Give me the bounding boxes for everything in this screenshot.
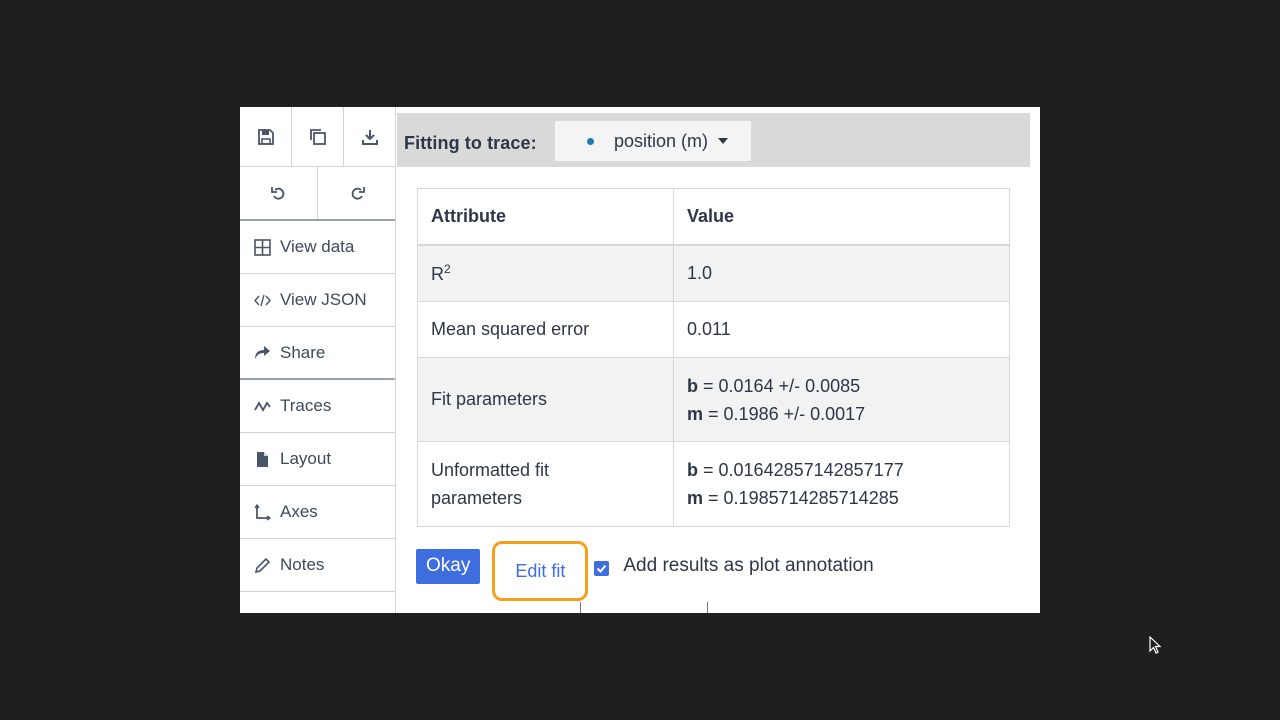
add-annotation-label: Add results as plot annotation [623, 555, 874, 576]
unformatted-params-value: b = 0.01642857142857177 m = 0.1985714285… [674, 442, 1009, 526]
fit-results-table: Attribute Value R2 1.0 Mean squared erro… [417, 188, 1010, 527]
duplicate-button[interactable] [292, 107, 344, 166]
sidebar-item-view-json[interactable]: View JSON [240, 274, 395, 327]
label-line: parameters [431, 488, 523, 508]
sidebar-item-label: Share [280, 342, 326, 362]
label-line: Unformatted fit [431, 460, 550, 480]
param-name: m [687, 403, 704, 424]
save-icon [257, 128, 274, 145]
fit-params-value: b = 0.0164 +/- 0.0085 m = 0.1986 +/- 0.0… [674, 358, 1009, 441]
table-row: Fit parameters b = 0.0164 +/- 0.0085 m =… [418, 358, 1009, 442]
mouse-cursor-icon [1149, 636, 1161, 654]
fit-params-label: Fit parameters [418, 358, 674, 441]
chevron-down-icon [718, 138, 729, 144]
param-value: = 0.01642857142857177 [703, 460, 904, 480]
sidebar-item-view-data[interactable]: View data [240, 221, 395, 274]
r-squared-value: 1.0 [687, 263, 713, 283]
app-window: View data View JSON Share Traces Layout … [240, 107, 1040, 613]
share-icon [252, 343, 272, 363]
param-name: b [687, 460, 698, 480]
r-squared-text: R [431, 264, 444, 284]
sidebar-item-share[interactable]: Share [240, 327, 395, 380]
fit-trace-bar: Fitting to trace: position (m) [397, 113, 1030, 167]
toolbar-row-1 [240, 107, 395, 167]
code-icon [252, 290, 272, 310]
column-header-attribute: Attribute [418, 189, 674, 244]
param-value: = 0.1986 +/- 0.0017 [708, 403, 866, 424]
table-row: Unformatted fit parameters b = 0.0164285… [418, 442, 1009, 526]
copy-icon [309, 128, 326, 145]
sidebar-item-label: Notes [280, 555, 325, 574]
sidebar-item-axes[interactable]: Axes [240, 486, 395, 539]
sidebar-item-label: Axes [280, 502, 318, 521]
fit-actions: Okay Edit fit Add results as plot annota… [416, 541, 874, 601]
okay-button[interactable]: Okay [416, 548, 481, 584]
mse-value: 0.011 [687, 319, 731, 339]
table-header-row: Attribute Value [418, 189, 1009, 246]
redo-button[interactable] [318, 167, 395, 219]
sidebar: View data View JSON Share Traces Layout … [240, 107, 396, 613]
background-gridline [707, 602, 708, 613]
edit-fit-button[interactable]: Edit fit [492, 541, 589, 601]
add-annotation-checkbox[interactable] [594, 560, 610, 576]
sidebar-item-label: Layout [280, 449, 332, 468]
download-button[interactable] [344, 107, 395, 166]
unformatted-params-label: Unformatted fit parameters [418, 442, 674, 526]
grid-icon [252, 237, 272, 257]
trace-color-dot [587, 137, 594, 145]
mse-label: Mean squared error [418, 302, 674, 357]
toolbar-row-2 [240, 167, 395, 221]
r-squared-exponent: 2 [444, 262, 451, 276]
undo-icon [270, 187, 284, 200]
sidebar-item-notes[interactable]: Notes [240, 539, 395, 592]
param-value: = 0.1985714285714285 [708, 488, 899, 508]
sidebar-item-label: View data [280, 237, 355, 256]
sidebar-item-traces[interactable]: Traces [240, 380, 395, 433]
redo-icon [351, 187, 365, 200]
sidebar-item-label: View JSON [280, 290, 367, 309]
save-button[interactable] [240, 107, 292, 166]
param-name: b [687, 375, 698, 396]
trace-dropdown[interactable]: position (m) [555, 121, 751, 161]
document-icon [252, 449, 272, 469]
download-icon [361, 129, 378, 145]
undo-button[interactable] [240, 167, 318, 219]
checkmark-icon [597, 564, 607, 573]
column-header-value: Value [687, 206, 735, 226]
fit-results-panel: Fitting to trace: position (m) c ) Attri… [397, 107, 1040, 613]
trace-dropdown-value: position (m) [614, 130, 709, 151]
table-row: R2 1.0 [418, 246, 1009, 302]
param-name: m [687, 488, 704, 508]
sidebar-item-layout[interactable]: Layout [240, 433, 395, 486]
sidebar-item-label: Traces [280, 396, 332, 415]
r-squared-label: R2 [418, 246, 674, 301]
param-value: = 0.0164 +/- 0.0085 [703, 375, 861, 396]
pencil-icon [252, 555, 272, 575]
table-row: Mean squared error 0.011 [418, 302, 1009, 358]
trace-wave-icon [252, 396, 272, 416]
background-gridline [580, 602, 581, 613]
fit-trace-label: Fitting to trace: [404, 133, 537, 153]
axes-icon [252, 502, 272, 522]
